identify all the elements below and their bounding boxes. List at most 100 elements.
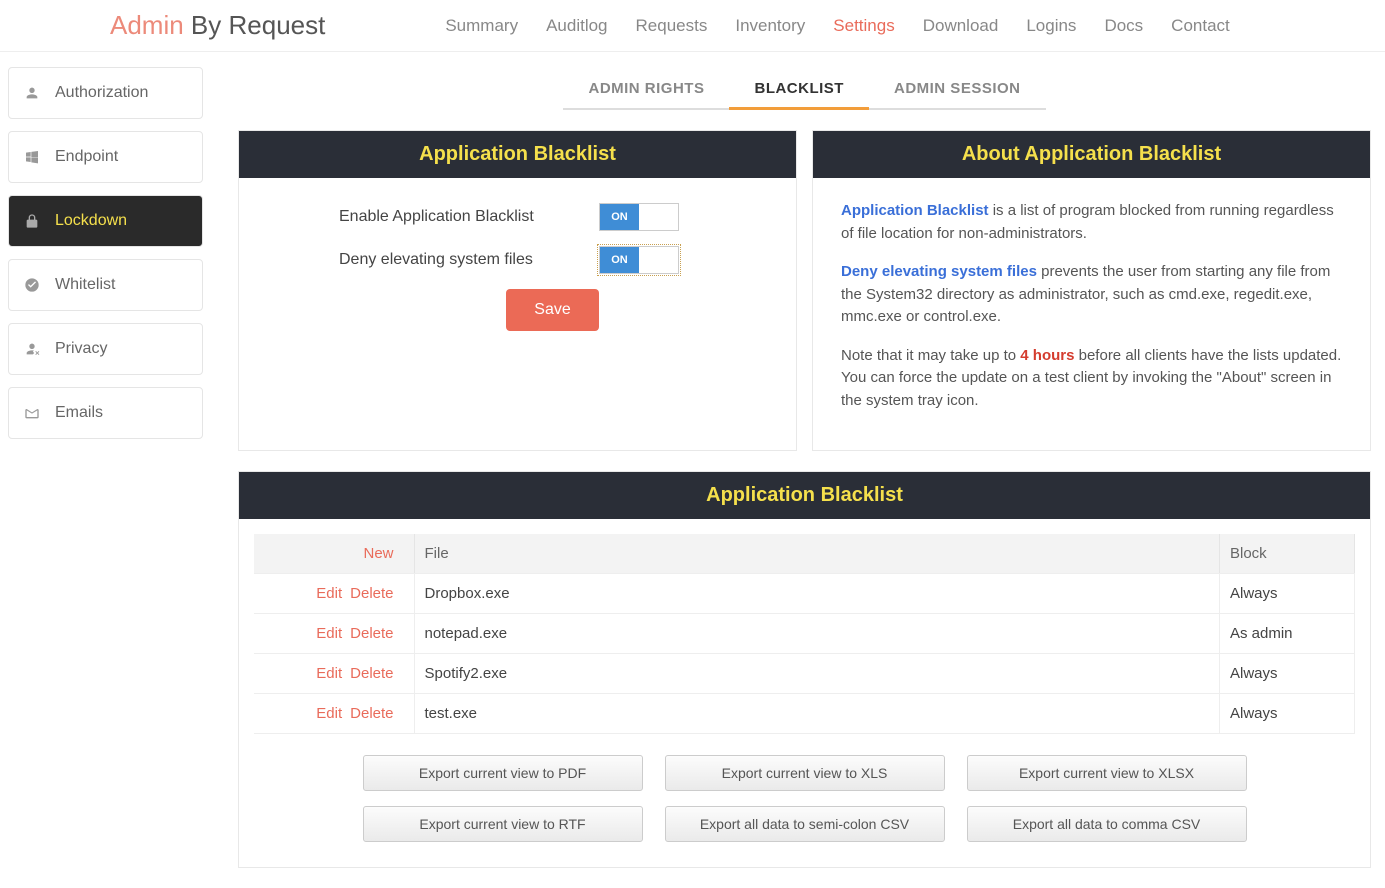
col-block: Block [1220, 534, 1355, 574]
sidebar-item-authorization[interactable]: Authorization [8, 67, 203, 119]
table-row: Edit Delete notepad.exeAs admin [254, 614, 1355, 654]
sidebar-item-label: Whitelist [55, 276, 115, 294]
toggle-0[interactable]: ON [599, 203, 679, 231]
edit-link[interactable]: Edit [316, 585, 342, 602]
toggle-off [639, 204, 678, 230]
export-button[interactable]: Export all data to semi-colon CSV [665, 806, 945, 842]
sidebar-item-label: Emails [55, 404, 103, 422]
subtab-admin-session[interactable]: ADMIN SESSION [869, 70, 1046, 110]
sidebar-item-label: Lockdown [55, 212, 127, 230]
sidebar-item-endpoint[interactable]: Endpoint [8, 131, 203, 183]
edit-link[interactable]: Edit [316, 705, 342, 722]
exports: Export current view to PDF Export current… [239, 749, 1370, 867]
sidebar: Authorization Endpoint Lockdown Whitelist Pr… [8, 62, 203, 888]
col-actions: New [254, 534, 414, 574]
subtabs: ADMIN RIGHTSBLACKLISTADMIN SESSION [238, 70, 1371, 110]
check-icon [24, 277, 40, 293]
about-p2: Deny elevating system files prevents the… [841, 261, 1342, 329]
nav-docs[interactable]: Docs [1104, 16, 1143, 36]
export-button[interactable]: Export current view to RTF [363, 806, 643, 842]
logo-b: By Request [184, 10, 326, 40]
content: Authorization Endpoint Lockdown Whitelist Pr… [0, 52, 1385, 888]
save-button[interactable]: Save [506, 289, 598, 331]
table-row: Edit Delete Dropbox.exeAlways [254, 574, 1355, 614]
nav-download[interactable]: Download [923, 16, 999, 36]
table-wrap: New File Block EditDeleteDropbox.exeAlwa… [239, 534, 1370, 734]
sidebar-item-privacy[interactable]: Privacy [8, 323, 203, 375]
setting-label: Enable Application Blacklist [339, 208, 599, 226]
setting-row: Deny elevating system filesON [339, 246, 766, 274]
setting-label: Deny elevating system files [339, 251, 599, 269]
export-button[interactable]: Export current view to PDF [363, 755, 643, 791]
two-col: Application Blacklist Enable Application… [238, 130, 1371, 451]
export-button[interactable]: Export current view to XLS [665, 755, 945, 791]
row-actions: Edit Delete [254, 694, 414, 734]
about-p3: Note that it may take up to 4 hours befo… [841, 345, 1342, 413]
nav-contact[interactable]: Contact [1171, 16, 1230, 36]
sidebar-item-label: Authorization [55, 84, 148, 102]
nav-requests[interactable]: Requests [636, 16, 708, 36]
delete-link[interactable]: Delete [350, 705, 393, 722]
about-p1-kw: Application Blacklist [841, 202, 989, 219]
logo: Admin By Request [110, 10, 325, 41]
about-card-body: Application Blacklist is a list of progr… [813, 178, 1370, 450]
sidebar-item-whitelist[interactable]: Whitelist [8, 259, 203, 311]
new-link[interactable]: New [363, 545, 393, 562]
edit-link[interactable]: Edit [316, 625, 342, 642]
table-card-title: Application Blacklist [239, 472, 1370, 519]
user-icon [24, 85, 40, 101]
sidebar-item-label: Privacy [55, 340, 107, 358]
delete-link[interactable]: Delete [350, 665, 393, 682]
row-actions: Edit Delete [254, 574, 414, 614]
about-p1: Application Blacklist is a list of progr… [841, 200, 1342, 245]
toggle-1[interactable]: ON [599, 246, 679, 274]
row-actions: Edit Delete [254, 654, 414, 694]
main: ADMIN RIGHTSBLACKLISTADMIN SESSION Appli… [203, 62, 1385, 888]
delete-link[interactable]: Delete [350, 585, 393, 602]
cell-block: Always [1220, 574, 1355, 614]
table-card: Application Blacklist New File Block Edi… [238, 471, 1371, 868]
cell-file: test.exe [414, 694, 1220, 734]
windows-icon [24, 149, 40, 165]
logo-a: Admin [110, 10, 184, 40]
toggle-on: ON [600, 247, 639, 273]
blacklist-table: New File Block EditDeleteDropbox.exeAlwa… [254, 534, 1355, 734]
topbar: Admin By Request Summary Auditlog Requests… [0, 0, 1385, 52]
settings-card-title: Application Blacklist [239, 131, 796, 178]
toggle-on: ON [600, 204, 639, 230]
nav-summary[interactable]: Summary [445, 16, 518, 36]
cell-file: notepad.exe [414, 614, 1220, 654]
subtab-blacklist[interactable]: BLACKLIST [729, 70, 869, 110]
about-p3-hours: 4 hours [1020, 347, 1074, 364]
subtab-admin-rights[interactable]: ADMIN RIGHTS [563, 70, 729, 110]
nav-auditlog[interactable]: Auditlog [546, 16, 607, 36]
delete-link[interactable]: Delete [350, 625, 393, 642]
table-row: Edit Delete test.exeAlways [254, 694, 1355, 734]
userx-icon [24, 341, 40, 357]
sidebar-item-lockdown[interactable]: Lockdown [8, 195, 203, 247]
cell-block: As admin [1220, 614, 1355, 654]
table-row: EditDeleteSpotify2.exeAlways [254, 654, 1355, 694]
settings-card-body: Enable Application BlacklistONDeny eleva… [239, 178, 796, 356]
export-button[interactable]: Export all data to comma CSV [967, 806, 1247, 842]
cell-block: Always [1220, 654, 1355, 694]
col-file: File [414, 534, 1220, 574]
nav-logins[interactable]: Logins [1026, 16, 1076, 36]
sidebar-item-emails[interactable]: Emails [8, 387, 203, 439]
about-p2-kw: Deny elevating system files [841, 263, 1037, 280]
row-actions: Edit Delete [254, 614, 414, 654]
cell-file: Dropbox.exe [414, 574, 1220, 614]
lock-icon [24, 213, 40, 229]
topnav: Summary Auditlog Requests Inventory Settings… [445, 16, 1229, 36]
sidebar-item-label: Endpoint [55, 148, 118, 166]
mail-icon [24, 405, 40, 421]
nav-inventory[interactable]: Inventory [735, 16, 805, 36]
about-p3-a: Note that it may take up to [841, 347, 1020, 364]
edit-link[interactable]: Edit [316, 665, 342, 682]
export-button[interactable]: Export current view to XLSX [967, 755, 1247, 791]
cell-block: Always [1220, 694, 1355, 734]
setting-row: Enable Application BlacklistON [339, 203, 766, 231]
about-card-title: About Application Blacklist [813, 131, 1370, 178]
nav-settings[interactable]: Settings [833, 16, 894, 36]
settings-card: Application Blacklist Enable Application… [238, 130, 797, 451]
